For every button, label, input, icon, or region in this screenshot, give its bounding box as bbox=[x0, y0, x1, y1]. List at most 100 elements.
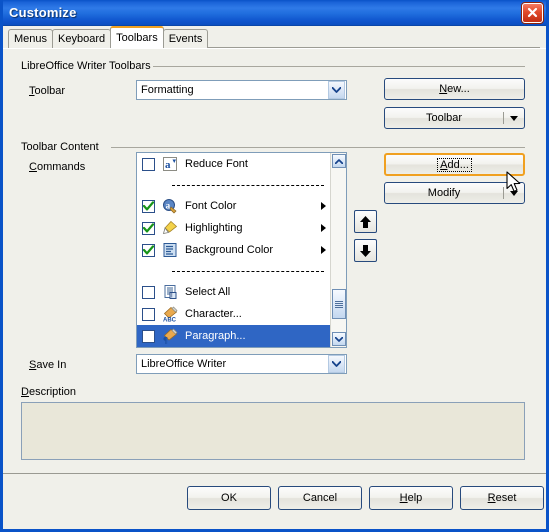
toolbars-group-legend: LibreOffice Writer Toolbars bbox=[21, 60, 156, 72]
svg-text:¶: ¶ bbox=[163, 336, 168, 345]
command-checkbox[interactable] bbox=[142, 329, 155, 343]
tab-strip: Menus Keyboard Toolbars Events bbox=[3, 26, 546, 48]
move-down-button[interactable] bbox=[354, 239, 377, 262]
caret-down-icon bbox=[510, 190, 518, 196]
command-checkbox[interactable] bbox=[142, 243, 155, 257]
toolbars-page: LibreOffice Writer Toolbars Toolbar Form… bbox=[3, 48, 546, 526]
footer-separator bbox=[3, 473, 546, 474]
list-item[interactable]: Highlighting bbox=[137, 217, 330, 239]
scroll-up-button[interactable] bbox=[332, 154, 346, 168]
tab-menus[interactable]: Menus bbox=[8, 29, 54, 48]
save-in-select-arrow[interactable] bbox=[328, 355, 345, 373]
title-bar: Customize bbox=[3, 0, 546, 26]
paragraph-icon: ¶ bbox=[162, 328, 178, 344]
reset-button-label: Reset bbox=[487, 492, 517, 504]
command-checkbox[interactable] bbox=[142, 199, 155, 213]
svg-text:a: a bbox=[165, 159, 171, 171]
commands-list[interactable]: a Reduce Font a Font Color Highlighting … bbox=[136, 152, 347, 348]
tab-events[interactable]: Events bbox=[162, 29, 209, 48]
character-icon: ABC bbox=[162, 306, 178, 322]
new-toolbar-button[interactable]: New... bbox=[384, 78, 525, 100]
tab-toolbars[interactable]: Toolbars bbox=[110, 26, 164, 48]
description-label: Description bbox=[21, 386, 76, 398]
cancel-button-label: Cancel bbox=[302, 492, 338, 504]
toolbar-field-label: Toolbar bbox=[29, 85, 65, 97]
modify-button-label: Modify bbox=[427, 187, 461, 199]
add-button[interactable]: Add... bbox=[384, 153, 525, 176]
highlighting-icon bbox=[162, 220, 178, 236]
commands-label-accel: C bbox=[29, 161, 37, 173]
description-box bbox=[21, 402, 525, 460]
list-item-submenu-arrow[interactable] bbox=[316, 202, 330, 210]
close-button[interactable] bbox=[522, 2, 543, 23]
list-item-label: Background Color bbox=[185, 244, 274, 256]
list-item-label: Reduce Font bbox=[185, 158, 248, 170]
list-item[interactable]: a Reduce Font bbox=[137, 153, 330, 175]
caret-down-icon bbox=[510, 115, 518, 121]
toolbar-menu-button[interactable]: Toolbar bbox=[384, 107, 525, 129]
command-checkbox[interactable] bbox=[142, 285, 155, 299]
tab-menus-label: Menus bbox=[14, 33, 48, 45]
tab-keyboard-label: Keyboard bbox=[58, 33, 106, 45]
toolbar-menu-button-label: Toolbar bbox=[425, 112, 463, 124]
list-item[interactable]: ABC Character... bbox=[137, 303, 330, 325]
command-checkbox[interactable] bbox=[142, 307, 155, 321]
commands-label-rest: ommands bbox=[36, 161, 86, 173]
modify-button-caret[interactable] bbox=[508, 190, 520, 196]
command-checkbox[interactable] bbox=[142, 157, 155, 171]
modify-button[interactable]: Modify bbox=[384, 182, 525, 204]
window-title: Customize bbox=[9, 5, 77, 20]
move-up-button[interactable] bbox=[354, 210, 377, 233]
check-icon bbox=[143, 201, 154, 211]
list-item[interactable]: ¶ Paragraph... bbox=[137, 325, 330, 347]
list-separator bbox=[137, 261, 330, 281]
caret-right-icon bbox=[320, 224, 326, 232]
toolbar-select[interactable]: Formatting bbox=[136, 80, 347, 100]
list-item[interactable]: a Font Color bbox=[137, 195, 330, 217]
list-item-label: Character... bbox=[185, 308, 242, 320]
font-color-icon: a bbox=[162, 198, 178, 214]
list-item[interactable]: Background Color bbox=[137, 239, 330, 261]
toolbar-select-value: Formatting bbox=[141, 84, 194, 96]
tab-keyboard[interactable]: Keyboard bbox=[52, 29, 112, 48]
chevron-down-icon bbox=[332, 87, 341, 93]
scroll-thumb[interactable] bbox=[332, 289, 346, 319]
scroll-down-button[interactable] bbox=[332, 332, 346, 346]
list-separator-line bbox=[172, 184, 324, 186]
save-in-select[interactable]: LibreOffice Writer bbox=[136, 354, 347, 374]
caret-right-icon bbox=[320, 202, 326, 210]
commands-list-viewport: a Reduce Font a Font Color Highlighting … bbox=[137, 153, 330, 347]
add-button-label: Add... bbox=[437, 157, 472, 172]
reset-button[interactable]: Reset bbox=[460, 486, 544, 510]
tab-toolbars-label: Toolbars bbox=[116, 32, 158, 44]
toolbar-select-arrow[interactable] bbox=[328, 81, 345, 99]
list-item[interactable]: I Select All bbox=[137, 281, 330, 303]
list-item-submenu-arrow[interactable] bbox=[316, 246, 330, 254]
command-checkbox[interactable] bbox=[142, 221, 155, 235]
list-item-label: Highlighting bbox=[185, 222, 243, 234]
ok-button[interactable]: OK bbox=[187, 486, 271, 510]
cancel-button[interactable]: Cancel bbox=[278, 486, 362, 510]
chevron-down-icon bbox=[332, 361, 341, 367]
list-item-label: Paragraph... bbox=[185, 330, 246, 342]
list-item-submenu-arrow[interactable] bbox=[316, 224, 330, 232]
customize-dialog: Customize Menus Keyboard Toolbars Events… bbox=[0, 0, 549, 532]
commands-list-scrollbar[interactable] bbox=[330, 153, 346, 347]
toolbar-menu-caret[interactable] bbox=[508, 115, 520, 121]
new-toolbar-button-label: New... bbox=[439, 83, 470, 95]
save-in-label-rest: ave In bbox=[36, 359, 67, 371]
ok-button-label: OK bbox=[221, 492, 237, 504]
list-separator-line bbox=[172, 270, 324, 272]
reduce-font-icon: a bbox=[162, 156, 178, 172]
list-item-label: Select All bbox=[185, 286, 231, 298]
list-item-label: Font Color bbox=[185, 200, 237, 212]
arrow-up-icon bbox=[360, 215, 371, 228]
chevron-up-icon bbox=[335, 158, 343, 164]
description-label-accel: D bbox=[21, 386, 29, 398]
toolbar-field-label-rest: oolbar bbox=[34, 85, 66, 97]
save-in-select-value: LibreOffice Writer bbox=[141, 358, 227, 370]
help-button[interactable]: Help bbox=[369, 486, 453, 510]
description-label-rest: escription bbox=[28, 386, 77, 398]
toolbars-group-rule bbox=[153, 66, 525, 67]
close-icon bbox=[527, 7, 538, 18]
